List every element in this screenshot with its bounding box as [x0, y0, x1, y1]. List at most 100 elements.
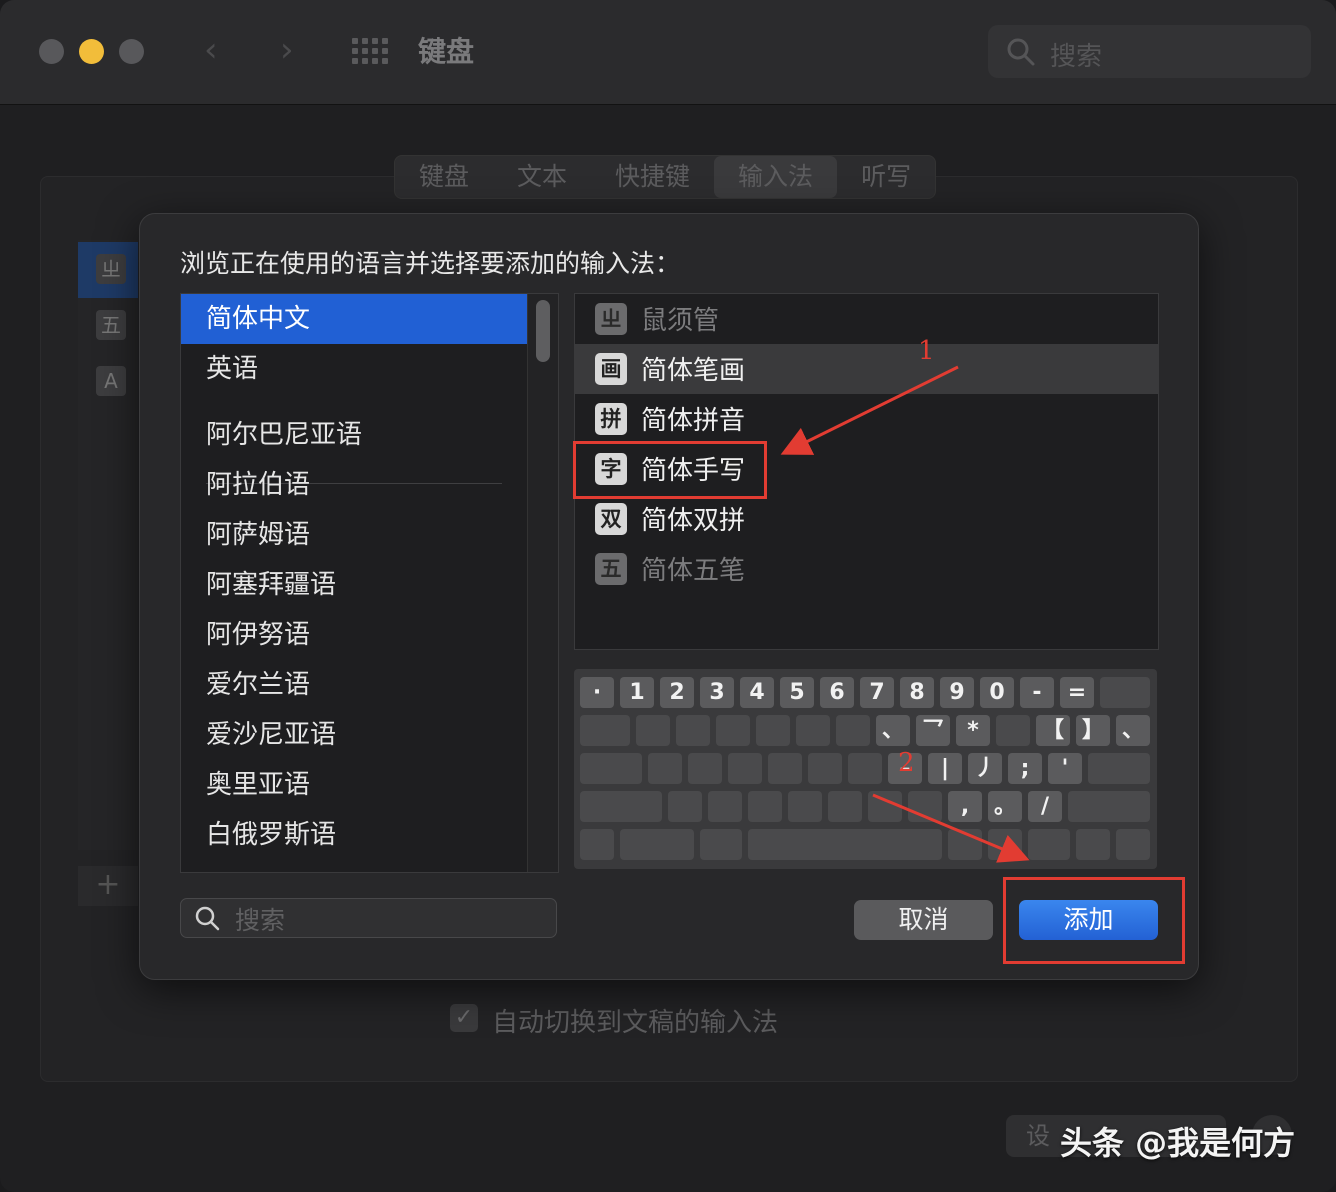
auto-switch-label: 自动切换到文稿的输入法: [492, 1008, 779, 1038]
keyboard-key: [996, 715, 1030, 746]
tab-keyboard[interactable]: 键盘: [395, 156, 493, 198]
watermark: 头条 @我是何方: [1060, 1124, 1296, 1162]
keyboard-key: [748, 829, 942, 860]
keyboard-key: ;: [1008, 753, 1042, 784]
forward-arrow-icon[interactable]: ›: [280, 30, 294, 70]
tab-bar: 键盘 文本 快捷键 输入法 听写: [394, 155, 937, 199]
scrollbar-thumb[interactable]: [536, 300, 550, 362]
input-method-item[interactable]: 拼 简体拼音: [575, 394, 1158, 444]
language-item[interactable]: 奥里亚语: [181, 760, 527, 810]
keyboard-key: [836, 715, 870, 746]
keyboard-key: 】: [1076, 715, 1110, 746]
input-method-item[interactable]: 五 简体五笔: [575, 544, 1158, 594]
window-search-placeholder: 搜索: [1050, 42, 1103, 72]
tab-input-sources[interactable]: 输入法: [714, 156, 838, 198]
keyboard-key: -: [1020, 677, 1054, 708]
keyboard-key: [648, 753, 682, 784]
input-source-item[interactable]: 五: [78, 298, 138, 354]
language-item[interactable]: 爱沙尼亚语: [181, 710, 527, 760]
input-method-label: 简体笔画: [641, 356, 746, 386]
zoom-window-button[interactable]: [119, 39, 144, 64]
annotation-label: 2: [898, 748, 915, 778]
language-item[interactable]: 阿拉伯语: [181, 460, 527, 510]
keyboard-key: [580, 715, 630, 746]
search-icon: [195, 906, 220, 931]
keyboard-key: [688, 753, 722, 784]
keyboard-key: [1076, 829, 1110, 860]
keyboard-key: 乛: [916, 715, 950, 746]
input-method-icon: ㄓ: [595, 303, 627, 335]
close-window-button[interactable]: [39, 39, 64, 64]
cancel-button[interactable]: 取消: [854, 900, 993, 940]
keyboard-key: [728, 753, 762, 784]
auto-switch-checkbox[interactable]: ✓: [450, 1004, 478, 1032]
input-source-icon: 五: [96, 310, 126, 340]
input-method-item[interactable]: 画 简体笔画: [575, 344, 1158, 394]
keyboard-key: [988, 829, 1022, 860]
input-method-icon: 拼: [595, 403, 627, 435]
keyboard-key: [808, 753, 842, 784]
keyboard-key: [788, 791, 822, 822]
language-item[interactable]: 爱尔兰语: [181, 660, 527, 710]
keyboard-key: [948, 829, 982, 860]
tab-shortcuts[interactable]: 快捷键: [591, 156, 714, 198]
input-method-item[interactable]: 双 简体双拼: [575, 494, 1158, 544]
keyboard-key: [580, 791, 662, 822]
language-list[interactable]: 简体中文 英语 阿尔巴尼亚语 阿拉伯语 阿萨姆语 阿塞拜疆语 阿伊努语 爱尔兰语…: [180, 293, 559, 873]
keyboard-key: 2: [660, 677, 694, 708]
keyboard-key: 6: [820, 677, 854, 708]
keyboard-key: [868, 791, 902, 822]
keyboard-key: ·: [580, 677, 614, 708]
keyboard-key: [580, 753, 642, 784]
window-search-field[interactable]: 搜索: [988, 25, 1311, 78]
language-item[interactable]: 阿萨姆语: [181, 510, 527, 560]
window-title: 键盘: [418, 35, 475, 68]
keyboard-key: [620, 829, 694, 860]
language-search-field[interactable]: 搜索: [180, 898, 557, 938]
keyboard-key: 1: [620, 677, 654, 708]
annotation-label: 1: [918, 336, 935, 366]
tab-dictation[interactable]: 听写: [837, 156, 935, 198]
keyboard-key: [1116, 829, 1150, 860]
keyboard-key: [636, 715, 670, 746]
keyboard-key: [1100, 677, 1150, 708]
keyboard-key: [676, 715, 710, 746]
language-item[interactable]: 阿尔巴尼亚语: [181, 410, 527, 460]
input-source-item[interactable]: ㄓ: [78, 242, 138, 298]
input-method-icon: 画: [595, 353, 627, 385]
input-method-label: 鼠须管: [641, 306, 720, 336]
keyboard-key: [908, 791, 942, 822]
input-method-icon: 双: [595, 503, 627, 535]
search-icon: [1007, 38, 1035, 66]
keyboard-key: 3: [700, 677, 734, 708]
language-item[interactable]: 白俄罗斯语: [181, 810, 527, 860]
keyboard-key: |: [928, 753, 962, 784]
keyboard-key: 8: [900, 677, 934, 708]
input-method-item[interactable]: ㄓ 鼠须管: [575, 294, 1158, 344]
keyboard-key: [848, 753, 882, 784]
language-item[interactable]: 简体中文: [181, 294, 527, 344]
input-source-icon: A: [96, 366, 126, 396]
language-list-scrollbar[interactable]: [527, 294, 558, 872]
keyboard-key: 5: [780, 677, 814, 708]
minimize-window-button[interactable]: [79, 39, 104, 64]
tab-text[interactable]: 文本: [493, 156, 591, 198]
back-arrow-icon[interactable]: ‹: [204, 30, 218, 70]
language-item[interactable]: 阿伊努语: [181, 610, 527, 660]
input-source-item[interactable]: A: [78, 354, 138, 410]
keyboard-key: [756, 715, 790, 746]
annotation-highlight-box: [573, 441, 767, 499]
show-all-grid-icon[interactable]: [352, 38, 388, 64]
add-input-source-button[interactable]: +: [78, 866, 138, 906]
keyboard-key: [708, 791, 742, 822]
input-source-icon: ㄓ: [96, 254, 126, 284]
system-preferences-window: ‹ › 键盘 搜索 键盘 文本 快捷键 输入法 听写 ㄓ 五 A + ✓ 自动切…: [0, 0, 1336, 1192]
language-item[interactable]: 英语: [181, 344, 527, 394]
keyboard-key: 0: [980, 677, 1014, 708]
keyboard-key: [1088, 753, 1150, 784]
language-item[interactable]: 阿塞拜疆语: [181, 560, 527, 610]
keyboard-key: 7: [860, 677, 894, 708]
input-method-icon: 五: [595, 553, 627, 585]
keyboard-key: ': [1048, 753, 1082, 784]
keyboard-key: 丿: [968, 753, 1002, 784]
